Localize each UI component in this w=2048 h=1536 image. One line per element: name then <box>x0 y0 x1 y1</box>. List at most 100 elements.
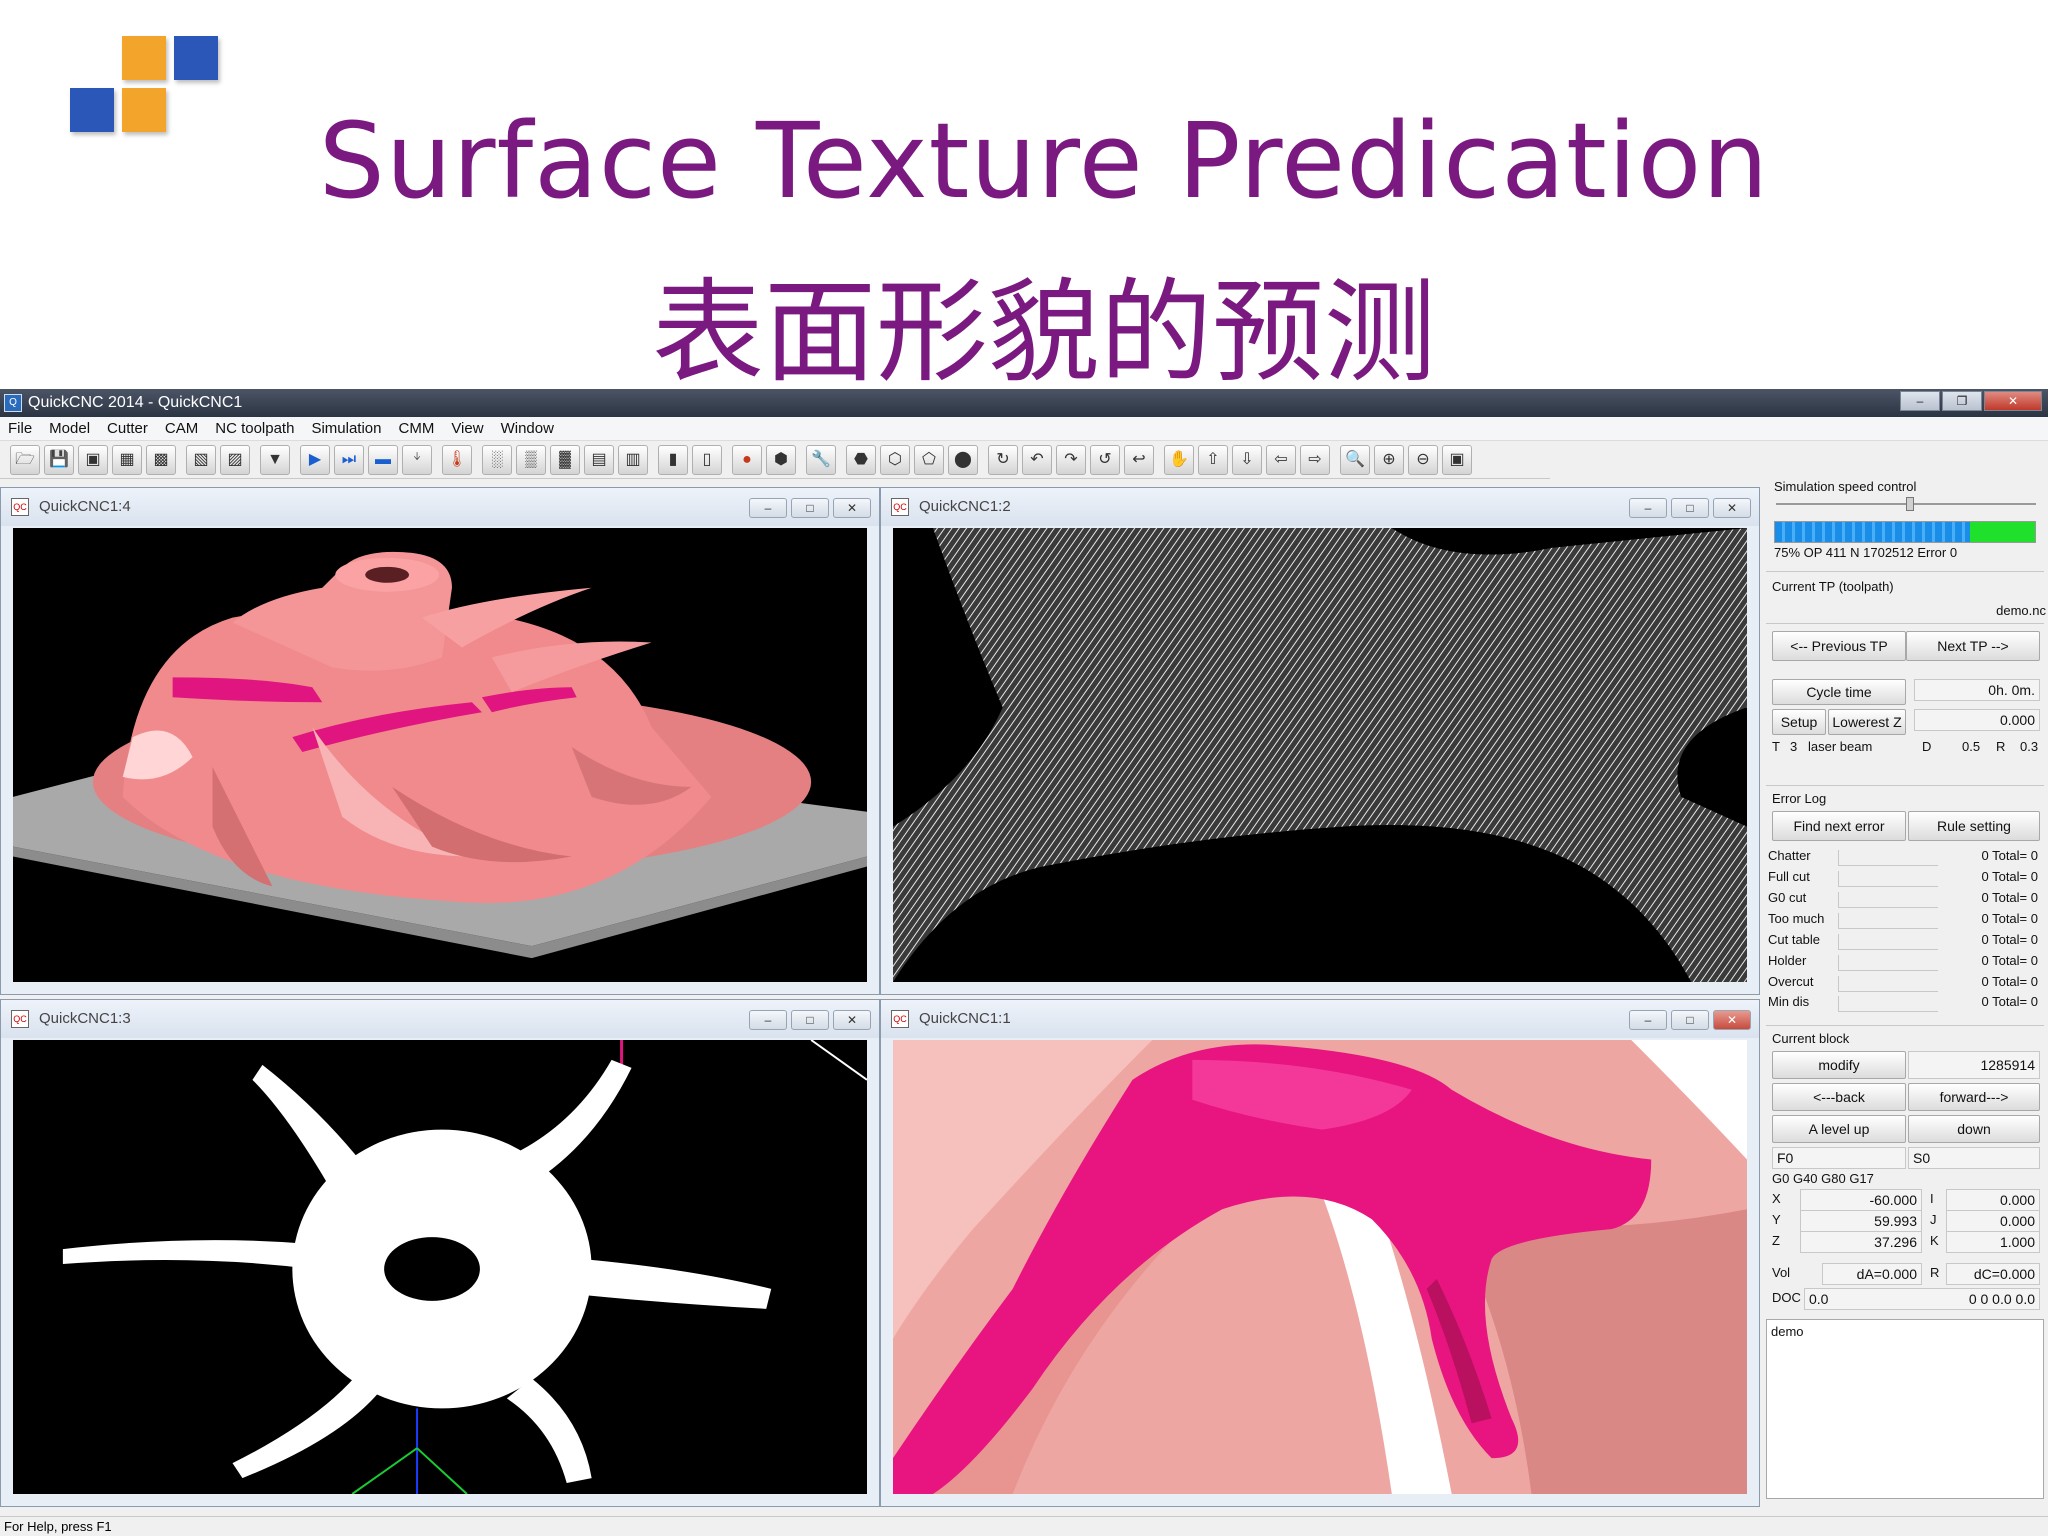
child-window-4[interactable]: QC QuickCNC1:4 – □ ✕ <box>0 487 880 995</box>
error-row-too-much: Too much 0 Total= 0 <box>1768 910 2042 930</box>
view-top-icon[interactable]: ⬤ <box>948 444 978 475</box>
view-iso-icon[interactable]: ⬣ <box>846 444 876 475</box>
holder-view-icon[interactable]: ▯ <box>692 444 722 475</box>
play-icon[interactable]: ▶ <box>300 444 330 475</box>
solid-shade-icon[interactable]: ● <box>732 444 762 475</box>
rotate-down-icon[interactable]: ↺ <box>1090 444 1120 475</box>
temperature-icon[interactable]: 🌡 <box>442 444 472 475</box>
zoom-out-icon[interactable]: ⊖ <box>1408 444 1438 475</box>
zoom-in-icon[interactable]: ⊕ <box>1374 444 1404 475</box>
restore-icon[interactable]: ❐ <box>1942 391 1982 411</box>
down-button[interactable]: down <box>1908 1115 2040 1143</box>
pan-right-icon[interactable]: ⇨ <box>1300 444 1330 475</box>
find-next-error-button[interactable]: Find next error <box>1772 811 1906 841</box>
impeller-top-view[interactable] <box>13 1040 867 1494</box>
impeller-iso-view[interactable] <box>13 528 867 982</box>
view-front-icon[interactable]: ⬡ <box>880 444 910 475</box>
zoom-icon[interactable]: 🔍 <box>1340 444 1370 475</box>
pan-up-icon[interactable]: ⇧ <box>1198 444 1228 475</box>
feed-icon[interactable]: ᛎ <box>402 444 432 475</box>
current-tp-label: Current TP (toolpath) <box>1772 579 1894 594</box>
maximize-icon[interactable]: □ <box>1671 498 1709 518</box>
stop-icon[interactable]: ▬ <box>368 444 398 475</box>
close-icon[interactable]: ✕ <box>1713 498 1751 518</box>
g-codes: G0 G40 G80 G17 <box>1772 1171 1874 1186</box>
close-icon[interactable]: ✕ <box>833 498 871 518</box>
setup-button[interactable]: Setup <box>1772 709 1826 735</box>
previous-tp-button[interactable]: <-- Previous TP <box>1772 631 1906 661</box>
maximize-icon[interactable]: □ <box>1671 1010 1709 1030</box>
cycle-time-button[interactable]: Cycle time <box>1772 679 1906 705</box>
menu-nc-toolpath[interactable]: NC toolpath <box>215 417 294 440</box>
speed-slider-thumb[interactable] <box>1906 497 1914 511</box>
zoom-fit-icon[interactable]: ▣ <box>1442 444 1472 475</box>
maximize-icon[interactable]: □ <box>791 1010 829 1030</box>
menu-window[interactable]: Window <box>501 417 554 440</box>
surface-texture-view[interactable] <box>893 1040 1747 1494</box>
minimize-icon[interactable]: – <box>1629 498 1667 518</box>
next-tp-button[interactable]: Next TP --> <box>1906 631 2040 661</box>
step-forward-icon[interactable]: ⏭ <box>334 444 364 475</box>
view-side-icon[interactable]: ⬠ <box>914 444 944 475</box>
rotate-icon[interactable]: ↻ <box>988 444 1018 475</box>
import-model-icon[interactable]: ▣ <box>78 444 108 475</box>
notes-area[interactable]: demo <box>1766 1319 2044 1499</box>
minimize-icon[interactable]: – <box>749 1010 787 1030</box>
child-titlebar[interactable]: QC QuickCNC1:3 – □ ✕ <box>1 1000 879 1038</box>
close-icon[interactable]: ✕ <box>833 1010 871 1030</box>
close-icon[interactable]: ✕ <box>1713 1010 1751 1030</box>
current-block-label: Current block <box>1772 1031 1850 1046</box>
child-window-3[interactable]: QC QuickCNC1:3 – □ ✕ <box>0 999 880 1507</box>
child-titlebar[interactable]: QC QuickCNC1:1 – □ ✕ <box>881 1000 1759 1038</box>
pan-down-icon[interactable]: ⇩ <box>1232 444 1262 475</box>
stock-icon[interactable]: ▩ <box>146 444 176 475</box>
rotate-up-icon[interactable]: ↩ <box>1124 444 1154 475</box>
level-up-button[interactable]: A level up <box>1772 1115 1906 1143</box>
window-titlebar[interactable]: Q QuickCNC 2014 - QuickCNC1 – ❐ ✕ <box>0 389 2048 417</box>
toolpath-top-view[interactable] <box>893 528 1747 982</box>
minimize-icon[interactable]: – <box>749 498 787 518</box>
cutter-icon[interactable]: ▧ <box>186 444 216 475</box>
menu-model[interactable]: Model <box>49 417 90 440</box>
tool-diameter: 0.5 <box>1962 739 1981 754</box>
wireframe-icon[interactable]: ⬢ <box>766 444 796 475</box>
menu-file[interactable]: File <box>8 417 32 440</box>
forward-button[interactable]: forward---> <box>1908 1083 2040 1111</box>
settings-wrench-icon[interactable]: 🔧 <box>806 444 836 475</box>
rotate-right-icon[interactable]: ↷ <box>1056 444 1086 475</box>
toolpath-edit-icon[interactable]: ▨ <box>220 444 250 475</box>
close-icon[interactable]: ✕ <box>1984 391 2042 411</box>
menu-cutter[interactable]: Cutter <box>107 417 148 440</box>
measure-5-icon[interactable]: ▥ <box>618 444 648 475</box>
menu-cmm[interactable]: CMM <box>399 417 435 440</box>
lowerest-z-button[interactable]: Lowerest Z <box>1828 709 1906 735</box>
back-button[interactable]: <---back <box>1772 1083 1906 1111</box>
child-window-1[interactable]: QC QuickCNC1:1 – □ ✕ <box>880 999 1760 1507</box>
model-settings-icon[interactable]: ▦ <box>112 444 142 475</box>
pan-hand-icon[interactable]: ✋ <box>1164 444 1194 475</box>
menu-cam[interactable]: CAM <box>165 417 198 440</box>
child-titlebar[interactable]: QC QuickCNC1:2 – □ ✕ <box>881 488 1759 526</box>
maximize-icon[interactable]: □ <box>791 498 829 518</box>
open-icon[interactable]: 🗁 <box>10 444 40 475</box>
measure-2-icon[interactable]: ▒ <box>516 444 546 475</box>
tool-holder-icon[interactable]: ▼ <box>260 444 290 475</box>
measure-4-icon[interactable]: ▤ <box>584 444 614 475</box>
measure-1-icon[interactable]: ░ <box>482 444 512 475</box>
logo-square-orange-top <box>122 36 166 80</box>
rule-setting-button[interactable]: Rule setting <box>1908 811 2040 841</box>
menu-simulation[interactable]: Simulation <box>311 417 381 440</box>
doc-field: 0.0 0 0 0.0 0.0 <box>1804 1288 2040 1310</box>
modify-button[interactable]: modify <box>1772 1051 1906 1079</box>
menu-view[interactable]: View <box>451 417 483 440</box>
rotate-left-icon[interactable]: ↶ <box>1022 444 1052 475</box>
child-window-2[interactable]: QC QuickCNC1:2 – □ ✕ <box>880 487 1760 995</box>
child-titlebar[interactable]: QC QuickCNC1:4 – □ ✕ <box>1 488 879 526</box>
save-icon[interactable]: 💾 <box>44 444 74 475</box>
pan-left-icon[interactable]: ⇦ <box>1266 444 1296 475</box>
tool-view-icon[interactable]: ▮ <box>658 444 688 475</box>
minimize-icon[interactable]: – <box>1900 391 1940 411</box>
measure-3-icon[interactable]: ▓ <box>550 444 580 475</box>
x-label: X <box>1772 1191 1781 1206</box>
minimize-icon[interactable]: – <box>1629 1010 1667 1030</box>
